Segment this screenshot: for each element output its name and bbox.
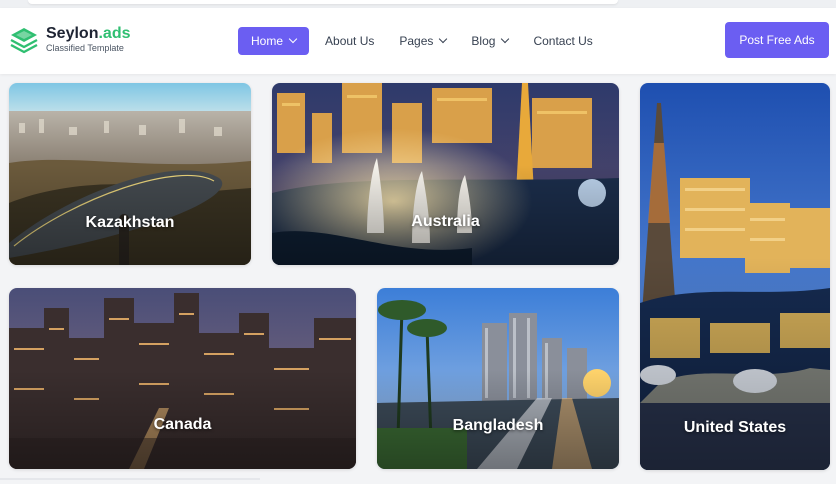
- brand-tagline: Classified Template: [46, 43, 124, 53]
- nav-item-about-us[interactable]: About Us: [315, 27, 384, 55]
- location-label: Kazakhstan: [85, 214, 175, 231]
- card-shade: [640, 83, 830, 470]
- stacked-layers-icon: [10, 27, 38, 53]
- site-header: Seylon.ads Classified Template Home Abou…: [0, 8, 836, 74]
- chevron-down-icon: [288, 34, 298, 44]
- nav-item-home[interactable]: Home: [238, 27, 310, 55]
- top-bar: [28, 0, 618, 4]
- location-card-kazakhstan[interactable]: Kazakhstan: [9, 83, 251, 265]
- main-nav: Home About Us Pages Blog Contact Us: [238, 27, 608, 55]
- chevron-down-icon: [439, 34, 448, 44]
- location-label: Australia: [411, 213, 480, 230]
- nav-item-pages[interactable]: Pages: [389, 27, 456, 55]
- logo-text: Seylon.ads Classified Template: [46, 25, 130, 54]
- card-shade: [377, 288, 619, 469]
- chevron-down-icon: [501, 34, 510, 44]
- location-card-australia[interactable]: Australia: [272, 83, 619, 265]
- location-card-canada[interactable]: Canada: [9, 288, 356, 469]
- logo[interactable]: Seylon.ads Classified Template: [9, 25, 130, 54]
- brand-name: Seylon.ads: [46, 25, 131, 42]
- location-card-bangladesh[interactable]: Bangladesh: [377, 288, 619, 469]
- post-free-ads-button[interactable]: Post Free Ads: [725, 22, 829, 58]
- location-card-united-states[interactable]: United States: [640, 83, 830, 470]
- card-shade: [272, 83, 619, 265]
- nav-item-contact-us[interactable]: Contact Us: [523, 27, 602, 55]
- location-label: Canada: [153, 416, 212, 433]
- card-shade: [9, 83, 251, 265]
- location-label: Bangladesh: [452, 417, 544, 434]
- card-shade: [9, 288, 356, 469]
- footer-divider: [0, 478, 260, 480]
- nav-item-blog[interactable]: Blog: [461, 27, 518, 55]
- location-label: United States: [683, 419, 787, 436]
- browser-top-strip: [0, 0, 836, 8]
